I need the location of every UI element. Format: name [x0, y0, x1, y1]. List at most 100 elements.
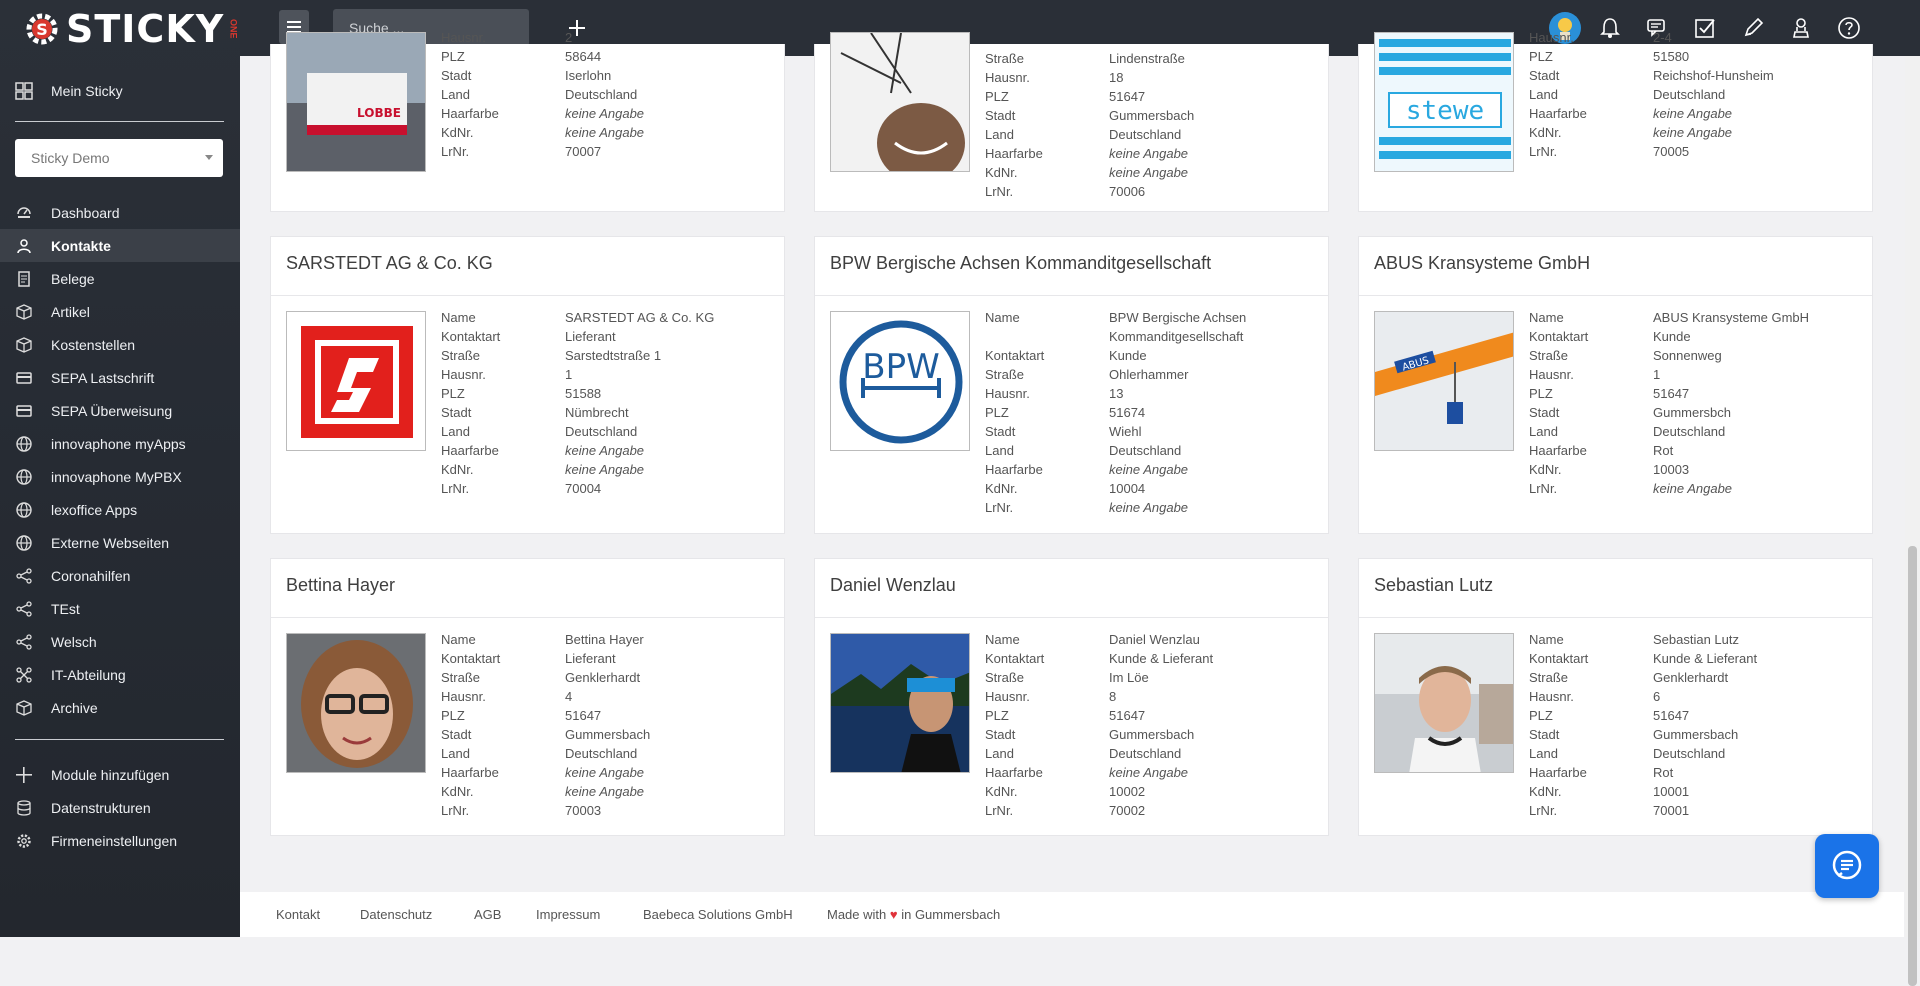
contact-card[interactable]: BPW Bergische Achsen Kommanditgesellscha…: [814, 236, 1329, 534]
sidebar-item-label: SEPA Überweisung: [51, 402, 173, 419]
detail-row: KdNr. 10004: [985, 479, 1309, 498]
detail-label: LrNr.: [985, 803, 1014, 818]
detail-value: Deutschland: [565, 87, 638, 102]
footer-link-datenschutz[interactable]: Datenschutz: [360, 907, 432, 922]
detail-value: Rot: [1653, 765, 1674, 780]
sidebar-item-innovaphone-mypbx[interactable]: innovaphone MyPBX: [0, 460, 240, 493]
contact-card-title[interactable]: Daniel Wenzlau: [830, 575, 956, 596]
footer-city-text: in Gummersbach: [901, 907, 1001, 922]
contact-card[interactable]: ABUS Kransysteme GmbH ABUS Name ABUS Kransy…: [1358, 236, 1873, 534]
card-divider: [271, 617, 784, 618]
detail-row: Hausnr. 13: [985, 384, 1309, 403]
sidebar-item-externe-webseiten[interactable]: Externe Webseiten: [0, 526, 240, 559]
detail-label: Haarfarbe: [441, 106, 499, 121]
contact-card[interactable]: stewe Hausnr. 2-4 PLZ 51580 Stadt Reichshof-Hu…: [1358, 30, 1873, 212]
sidebar-item-test[interactable]: TEst: [0, 592, 240, 625]
sidebar-item-sepa-lastschrift[interactable]: SEPA Lastschrift: [0, 361, 240, 394]
detail-value: BPW Bergische Achsen Kommanditgesellscha…: [1109, 310, 1247, 344]
sidebar-item-label: innovaphone MyPBX: [51, 468, 182, 485]
contact-card[interactable]: SARSTEDT AG & Co. KG Name SARSTEDT AG & Co…: [270, 236, 785, 534]
detail-row: LrNr. 70002: [985, 801, 1309, 820]
detail-label: Land: [1529, 87, 1558, 102]
contact-card[interactable]: LOBBE Hausnr. 2 PLZ 58644 Stadt Iserlohn Land De…: [270, 30, 785, 212]
detail-value: 4: [565, 689, 573, 704]
sidebar-item-coronahilfen[interactable]: Coronahilfen: [0, 559, 240, 592]
sidebar-item-it-abteilung[interactable]: IT-Abteilung: [0, 658, 240, 691]
detail-label: Name: [441, 632, 476, 647]
detail-label: PLZ: [1529, 49, 1553, 64]
contact-card-title[interactable]: BPW Bergische Achsen Kommanditgesellscha…: [830, 253, 1211, 274]
scroll-thumb[interactable]: [1908, 546, 1917, 986]
detail-label: Kontaktart: [1529, 651, 1589, 666]
detail-value: 51647: [1653, 386, 1690, 401]
sidebar-item-label: Kontakte: [51, 237, 111, 254]
detail-value: Sarstedtstraße 1: [565, 348, 662, 363]
contact-photo: [1374, 633, 1514, 773]
detail-label: Land: [1529, 424, 1558, 439]
sidebar-item-label: Artikel: [51, 303, 90, 320]
sidebar-item-label: Mein Sticky: [51, 82, 123, 99]
contact-card-title[interactable]: Sebastian Lutz: [1374, 575, 1493, 596]
detail-value: keine Angabe: [565, 784, 645, 799]
sidebar-divider: [15, 121, 224, 122]
contact-card[interactable]: Bettina Hayer Name Bettina Hayer Kontaktart…: [270, 558, 785, 836]
sidebar-item-welsch[interactable]: Welsch: [0, 625, 240, 658]
detail-row: Hausnr. 1: [1529, 365, 1853, 384]
detail-label: Hausnr.: [985, 386, 1030, 401]
contact-photo: [830, 633, 970, 773]
sidebar-item-artikel[interactable]: Artikel: [0, 295, 240, 328]
sidebar-item-module-hinzuf-gen[interactable]: Module hinzufügen: [0, 758, 240, 791]
detail-row: LrNr. 70001: [1529, 801, 1853, 820]
sidebar-item-dashboard[interactable]: Dashboard: [0, 196, 240, 229]
card-divider: [1359, 295, 1872, 296]
sidebar-item-kostenstellen[interactable]: Kostenstellen: [0, 328, 240, 361]
sidebar-item-label: Module hinzufügen: [51, 766, 170, 783]
detail-label: Hausnr.: [441, 689, 486, 704]
contact-card-title[interactable]: ABUS Kransysteme GmbH: [1374, 253, 1590, 274]
sidebar-item-archive[interactable]: Archive: [0, 691, 240, 724]
detail-label: Kontaktart: [441, 651, 501, 666]
sidebar-item-label: innovaphone myApps: [51, 435, 186, 452]
detail-value: Deutschland: [1653, 87, 1726, 102]
footer-link-company[interactable]: Baebeca Solutions GmbH: [643, 907, 793, 922]
detail-label: Kontaktart: [985, 651, 1045, 666]
detail-label: Kontaktart: [441, 329, 501, 344]
detail-row: Land Deutschland: [985, 744, 1309, 763]
footer-link-agb[interactable]: AGB: [474, 907, 501, 922]
detail-label: Land: [985, 127, 1014, 142]
footer-link-impressum[interactable]: Impressum: [536, 907, 600, 922]
sidebar-item-belege[interactable]: Belege: [0, 262, 240, 295]
detail-value: Gummersbach: [565, 727, 651, 742]
contact-card[interactable]: Straße Lindenstraße Hausnr. 18 PLZ 51647 Stadt…: [814, 32, 1329, 212]
detail-row: KdNr. keine Angabe: [985, 163, 1309, 182]
detail-value: 51647: [1653, 708, 1690, 723]
sidebar-item-kontakte[interactable]: Kontakte: [0, 229, 240, 262]
contact-card[interactable]: Sebastian Lutz Name Sebastian Lutz Kontakta…: [1358, 558, 1873, 836]
footer-link-kontakt[interactable]: Kontakt: [276, 907, 320, 922]
detail-value: Reichshof-Hunsheim: [1653, 68, 1774, 83]
company-select[interactable]: Sticky Demo: [15, 139, 223, 177]
sidebar-item-innovaphone-myapps[interactable]: innovaphone myApps: [0, 427, 240, 460]
detail-label: Land: [1529, 746, 1558, 761]
contact-card[interactable]: Daniel Wenzlau Name Daniel Wenzlau Kontakta…: [814, 558, 1329, 836]
detail-label: PLZ: [985, 708, 1009, 723]
sidebar-item-mein-sticky[interactable]: Mein Sticky: [0, 74, 240, 107]
detail-value: keine Angabe: [1109, 165, 1189, 180]
sidebar-item-lexoffice-apps[interactable]: lexoffice Apps: [0, 493, 240, 526]
svg-text:LOBBE: LOBBE: [357, 106, 401, 120]
detail-row: Land Deutschland: [985, 125, 1309, 144]
sidebar-item-datenstrukturen[interactable]: Datenstrukturen: [0, 791, 240, 824]
sticky-logo[interactable]: S STICKY ONE: [24, 7, 238, 51]
logo-text: STICKY: [66, 7, 225, 51]
chat-widget-button[interactable]: [1815, 834, 1879, 898]
contact-card-title[interactable]: Bettina Hayer: [286, 575, 395, 596]
detail-label: Hausnr.: [1529, 30, 1574, 45]
sidebar-item-sepa-berweisung[interactable]: SEPA Überweisung: [0, 394, 240, 427]
scrollbar[interactable]: [1905, 56, 1920, 986]
detail-label: Haarfarbe: [1529, 106, 1587, 121]
detail-label: Hausnr.: [985, 689, 1030, 704]
sidebar-item-firmeneinstellungen[interactable]: Firmeneinstellungen: [0, 824, 240, 857]
contact-card-title[interactable]: SARSTEDT AG & Co. KG: [286, 253, 493, 274]
detail-row: Name Daniel Wenzlau: [985, 630, 1309, 649]
detail-label: Straße: [985, 670, 1025, 685]
